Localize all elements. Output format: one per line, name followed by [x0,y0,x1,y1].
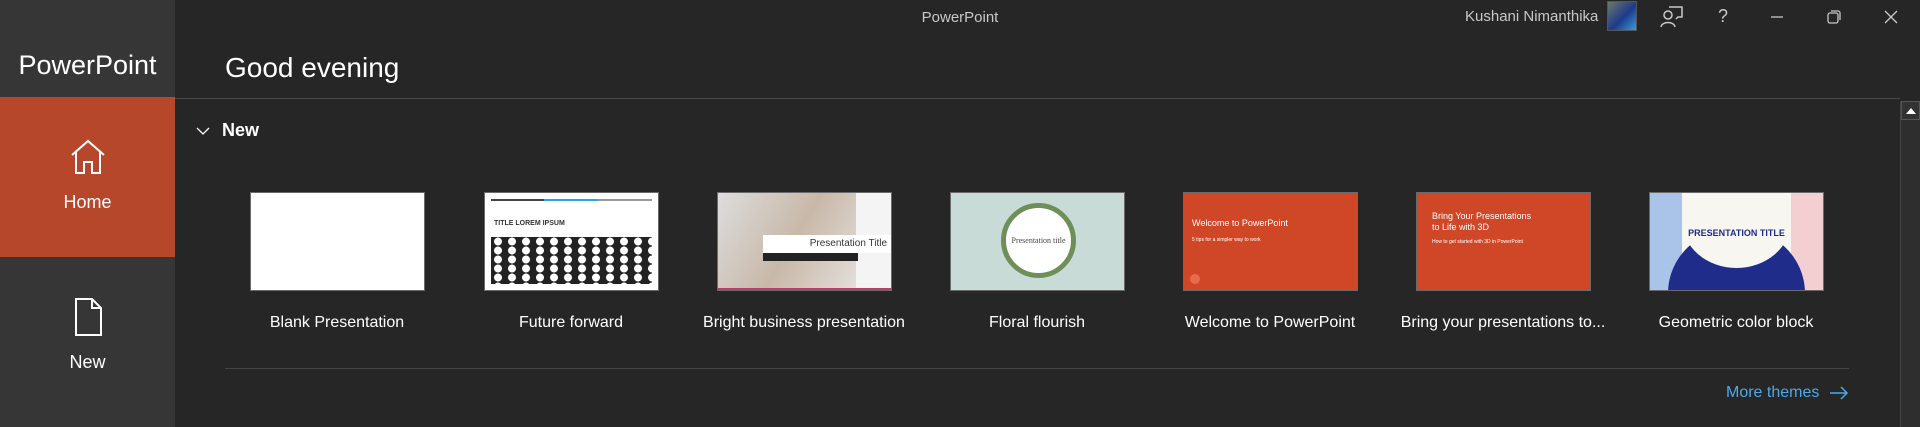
template-label: Welcome to PowerPoint [1184,314,1356,331]
help-icon[interactable]: ? [1710,6,1736,32]
template-label: Blank Presentation [269,314,405,331]
template-blank-thumbnail[interactable] [250,192,425,291]
more-themes-link[interactable]: More themes [1726,384,1849,402]
new-section-toggle[interactable]: New [196,120,259,141]
divider [225,368,1849,369]
thumb-title: Presentation title [1001,203,1076,278]
sidebar-item-label: Home [63,192,112,212]
window-title: PowerPoint [921,9,999,26]
thumb-subtitle: How to get started with 3D in PowerPoint [1432,239,1523,245]
scroll-up-button[interactable] [1901,101,1920,120]
thumb-title: TITLE LOREM IPSUM [494,220,565,227]
template-label: Bring your presentations to... [1400,314,1606,331]
thumb-subtitle: 5 tips for a simpler way to work [1192,237,1261,243]
restore-icon[interactable] [1821,4,1847,30]
template-3d-thumbnail[interactable]: Bring Your Presentations to Life with 3D… [1416,192,1591,291]
thumb-title: Presentation Title [763,235,891,253]
vertical-scrollbar[interactable] [1900,101,1920,427]
template-label: Floral flourish [988,314,1086,331]
feedback-icon[interactable] [1659,4,1685,30]
template-welcome-thumbnail[interactable]: Welcome to PowerPoint 5 tips for a simpl… [1183,192,1358,291]
sidebar-item-label: New [69,352,106,372]
section-title: New [222,120,260,140]
avatar[interactable] [1607,1,1637,31]
arrow-up-icon [1905,107,1916,114]
template-bright-business-thumbnail[interactable]: Presentation Title [717,192,892,291]
arrow-right-icon [1830,386,1849,400]
page-title: Good evening [225,52,400,83]
app-name: PowerPoint [18,50,157,80]
user-name[interactable]: Kushani Nimanthika [1465,8,1598,25]
chevron-down-icon [196,127,210,135]
sidebar: PowerPoint Home New [0,0,175,427]
template-future-forward-thumbnail[interactable]: TITLE LOREM IPSUM [484,192,659,291]
divider [175,98,1900,99]
sidebar-item-home[interactable]: Home [0,97,175,257]
minimize-icon[interactable] [1764,4,1790,30]
sidebar-item-new[interactable]: New [0,257,175,417]
more-themes-label: More themes [1726,384,1820,401]
template-label: Geometric color block [1658,314,1814,331]
template-label: Future forward [518,314,624,331]
template-geometric-thumbnail[interactable]: PRESENTATION TITLE [1649,192,1824,291]
close-icon[interactable] [1878,4,1904,30]
new-file-icon [75,298,102,336]
template-label: Bright business presentation [703,314,905,331]
template-floral-flourish-thumbnail[interactable]: Presentation title [950,192,1125,291]
thumb-title: Welcome to PowerPoint [1192,218,1288,228]
home-icon [71,139,105,174]
thumb-title: Bring Your Presentations to Life with 3D [1432,211,1532,232]
